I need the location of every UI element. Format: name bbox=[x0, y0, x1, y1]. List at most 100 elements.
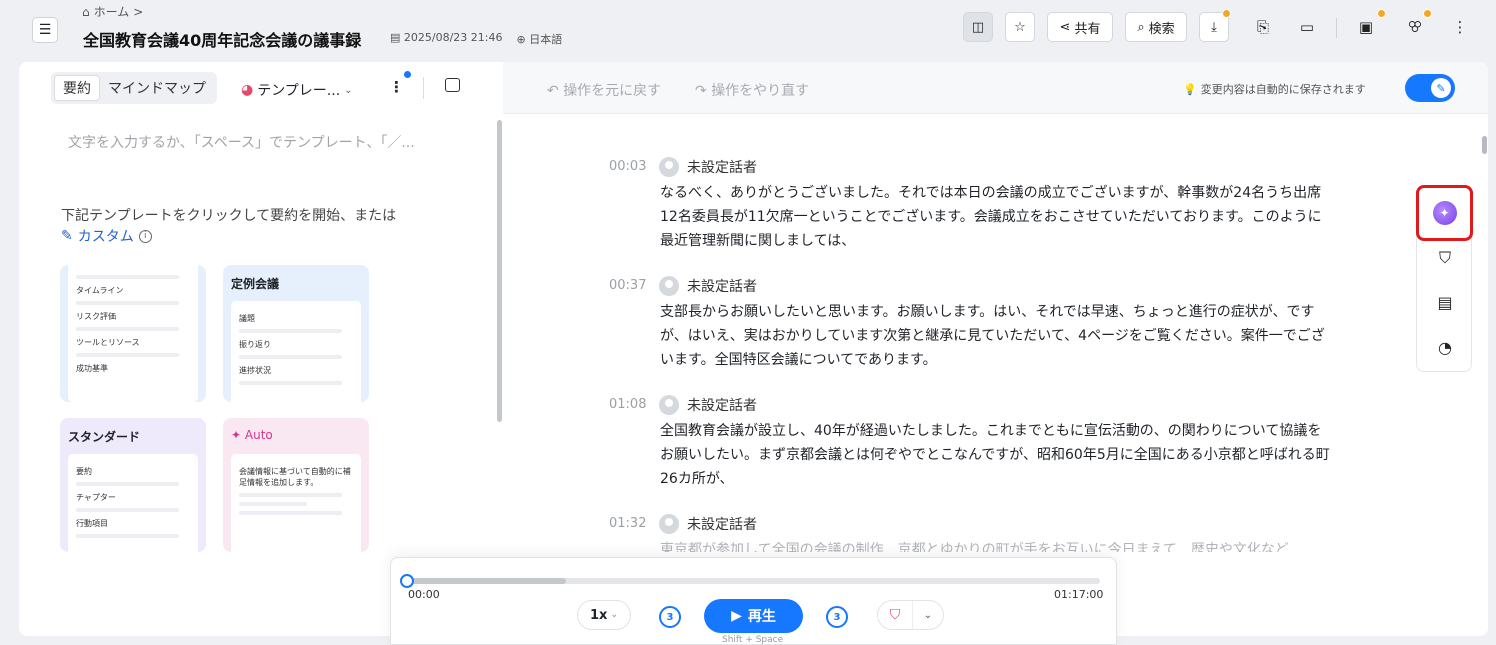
bookmark-group: ⛉ ⌄ bbox=[877, 600, 944, 630]
speaker-name: 未設定話者 bbox=[687, 279, 757, 295]
breadcrumb-home[interactable]: ホーム bbox=[94, 3, 130, 20]
card-title: 定例会議 bbox=[231, 277, 280, 291]
undo-label: 操作を元に戻す bbox=[563, 83, 662, 99]
summary-panel: 要約 マインドマップ ◕ テンプレー... ⌄ ⋮ 文字を入力するか、「スペース… bbox=[19, 62, 503, 636]
speed-label: 1x bbox=[590, 607, 608, 623]
speaker-name: 未設定話者 bbox=[687, 517, 757, 533]
share-icon: ⋖ bbox=[1059, 19, 1071, 35]
template-card-standard[interactable]: スタンダード 要約 チャプター 行動項目 bbox=[60, 418, 206, 552]
card-row: 会議情報に基づいて自動的に補足情報を追加します。 bbox=[239, 467, 351, 487]
collapse-panel-icon[interactable] bbox=[445, 78, 460, 92]
save-button[interactable]: ▣ bbox=[1351, 12, 1381, 42]
summary-scrollbar[interactable] bbox=[497, 120, 502, 422]
stats-button[interactable]: ◔ bbox=[1433, 335, 1457, 359]
redo-button[interactable]: ↷ 操作をやり直す bbox=[695, 80, 809, 100]
lightbulb-icon: 💡 bbox=[1183, 82, 1197, 96]
favorite-button[interactable]: ☆ bbox=[1005, 12, 1035, 42]
total-time: 01:17:00 bbox=[1054, 588, 1104, 601]
skip-back-button[interactable]: 3 bbox=[659, 606, 681, 628]
doc-meta: ▤ 2025/08/23 21:46 ⊕ 日本語 bbox=[390, 31, 562, 47]
bookmark-plus-icon: ⛉ bbox=[889, 607, 901, 623]
template-card-body: 会議情報に基づいて自動的に補足情報を追加します。 bbox=[231, 454, 361, 552]
card-row: 要約 bbox=[76, 467, 92, 476]
search-button[interactable]: ⌕ 検索 bbox=[1125, 12, 1187, 42]
export-button[interactable]: ⎘ bbox=[1248, 12, 1278, 42]
edit-mode-toggle[interactable]: ✎ bbox=[1405, 74, 1455, 102]
avatar bbox=[659, 157, 679, 177]
search-icon: ⌕ bbox=[1137, 19, 1145, 35]
comment-button[interactable]: ▤ bbox=[1433, 290, 1457, 314]
download-badge bbox=[1222, 9, 1231, 18]
card-row: 進捗状況 bbox=[239, 366, 271, 375]
tab-summary[interactable]: 要約 bbox=[54, 75, 100, 101]
redo-label: 操作をやり直す bbox=[711, 83, 810, 99]
autosave-status: 💡 変更内容は自動的に保存されます bbox=[1183, 81, 1366, 97]
undo-icon: ↶ bbox=[547, 83, 564, 99]
placeholder-bar bbox=[76, 275, 179, 279]
speed-select[interactable]: 1x ⌄ bbox=[577, 600, 631, 630]
progress-handle[interactable] bbox=[400, 574, 414, 588]
segment-time[interactable]: 01:32 bbox=[609, 516, 646, 531]
pie-chart-icon: ◔ bbox=[1438, 337, 1452, 357]
segment-time[interactable]: 00:37 bbox=[609, 278, 646, 293]
template-select[interactable]: ◕ テンプレー... ⌄ bbox=[241, 80, 353, 100]
bookmark-dropdown[interactable]: ⌄ bbox=[912, 601, 943, 629]
play-button[interactable]: ▶ 再生 bbox=[704, 599, 803, 633]
template-hint: 下記テンプレートをクリックして要約を開始、または bbox=[61, 208, 397, 224]
speaker-name: 未設定話者 bbox=[687, 398, 757, 414]
summary-more-button[interactable]: ⋮ bbox=[389, 78, 404, 96]
segment-time[interactable]: 01:08 bbox=[609, 397, 646, 412]
card-title: スタンダード bbox=[68, 430, 141, 444]
segment-speaker[interactable]: 未設定話者 bbox=[659, 395, 757, 415]
card-title-auto: ✦ Auto bbox=[223, 418, 369, 448]
info-icon[interactable]: i bbox=[138, 229, 152, 243]
breadcrumb-separator: > bbox=[133, 4, 144, 19]
bookmark-add-button[interactable]: ⛉ bbox=[1433, 246, 1457, 270]
layout-toggle-button[interactable]: ◫ bbox=[963, 12, 993, 42]
segment-text[interactable]: 支部長からお願いしたいと思います。お願いします。はい、それでは早速、ちょっと進行… bbox=[660, 300, 1335, 372]
placeholder-bar bbox=[76, 534, 179, 538]
home-icon[interactable]: ⌂ bbox=[82, 5, 90, 19]
template-card-project[interactable]: タイムライン リスク評価 ツールとリソース 成功基準 bbox=[60, 265, 206, 402]
segment-speaker[interactable]: 未設定話者 bbox=[659, 276, 757, 296]
page-title[interactable]: 全国教育会議40周年記念会議の議事録 bbox=[83, 27, 361, 51]
placeholder-bar bbox=[239, 329, 342, 333]
segment-time[interactable]: 00:03 bbox=[609, 159, 646, 174]
current-time: 00:00 bbox=[408, 588, 440, 601]
segment-speaker[interactable]: 未設定話者 bbox=[659, 514, 757, 534]
transcript-scrollbar[interactable] bbox=[1482, 136, 1487, 154]
summary-editor-placeholder[interactable]: 文字を入力するか、「スペース」でテンプレート、「／... bbox=[68, 132, 415, 152]
segment-speaker[interactable]: 未設定話者 bbox=[659, 157, 757, 177]
segment-text[interactable]: なるべく、ありがとうございました。それでは本日の会議の成立でございますが、幹事数… bbox=[660, 181, 1335, 253]
breadcrumb: ⌂ ホーム > bbox=[82, 3, 143, 20]
save-icon: ▣ bbox=[1358, 18, 1374, 36]
placeholder-bar bbox=[76, 301, 179, 305]
doc-language[interactable]: 日本語 bbox=[529, 33, 562, 46]
audio-player: 00:00 01:17:00 1x ⌄ 3 ▶ 再生 Shift + Space 3… bbox=[390, 557, 1117, 645]
skip-forward-button[interactable]: 3 bbox=[826, 606, 848, 628]
folder-button[interactable]: ▭ bbox=[1292, 12, 1322, 42]
share-button[interactable]: ⋖ 共有 bbox=[1047, 12, 1113, 42]
segment-text[interactable]: 全国教育会議が設立し、40年が経過いたしました。これまでともに宣伝活動の、の関わ… bbox=[660, 419, 1335, 491]
template-select-label: テンプレー... bbox=[257, 83, 341, 99]
buffered-bar bbox=[406, 578, 566, 584]
skip-forward-label: 3 bbox=[833, 611, 841, 623]
progress-track[interactable] bbox=[406, 578, 1100, 584]
segment-text[interactable]: 東京都が参加して全国の会議の制作 京都とゆかりの町が手をお互いに今日まえて 歴史… bbox=[660, 538, 1335, 552]
template-card-regular-meeting[interactable]: 定例会議 議題 振り返り 進捗状況 bbox=[223, 265, 369, 402]
placeholder-bar bbox=[76, 482, 179, 486]
placeholder-bar bbox=[76, 327, 179, 331]
more-menu-button[interactable]: ⋮ bbox=[1445, 12, 1475, 42]
ai-assistant-button[interactable]: ✦ bbox=[1416, 185, 1473, 241]
tab-mindmap[interactable]: マインドマップ bbox=[100, 75, 214, 101]
menu-button[interactable]: ☰ bbox=[32, 17, 58, 43]
play-shortcut: Shift + Space bbox=[722, 635, 784, 645]
bookmark-button[interactable]: ⛉ bbox=[878, 607, 912, 623]
notification-dot bbox=[404, 71, 411, 78]
sparkle-icon: ✦ bbox=[231, 428, 245, 442]
template-card-body: 議題 振り返り 進捗状況 bbox=[231, 301, 361, 402]
undo-button[interactable]: ↶ 操作を元に戻す bbox=[547, 80, 661, 100]
custom-template-link[interactable]: ✎ カスタム i bbox=[61, 226, 152, 246]
transcript-panel: ↶ 操作を元に戻す ↷ 操作をやり直す 💡 変更内容は自動的に保存されます ✎ 0… bbox=[503, 62, 1488, 636]
template-card-auto[interactable]: ✦ Auto 会議情報に基づいて自動的に補足情報を追加します。 bbox=[223, 418, 369, 552]
